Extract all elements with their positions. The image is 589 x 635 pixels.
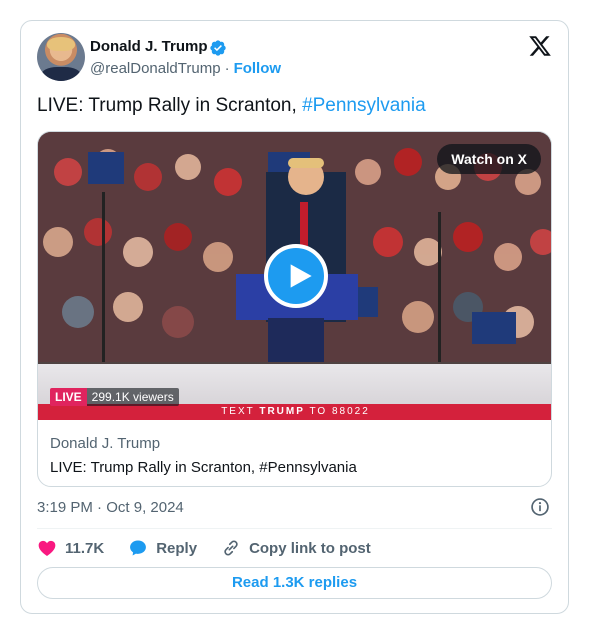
like-button[interactable]: 11.7K bbox=[37, 538, 104, 558]
read-replies-button[interactable]: Read 1.3K replies bbox=[37, 567, 552, 599]
follow-button[interactable]: Follow bbox=[234, 60, 282, 77]
timestamp-separator: · bbox=[97, 499, 103, 516]
post-text: LIVE: Trump Rally in Scranton, #Pennsylv… bbox=[37, 94, 426, 118]
action-bar: 11.7K Reply Copy link to post bbox=[37, 536, 395, 560]
link-title: LIVE: Trump Rally in Scranton, #Pennsylv… bbox=[50, 459, 357, 476]
divider bbox=[37, 528, 552, 529]
post-time: 3:19 PM bbox=[37, 499, 93, 516]
like-count: 11.7K bbox=[65, 539, 105, 557]
author-name[interactable]: Donald J. Trump bbox=[90, 38, 208, 55]
verified-badge-icon bbox=[210, 40, 226, 56]
x-logo-icon[interactable] bbox=[528, 34, 552, 58]
live-badge: LIVE bbox=[50, 388, 87, 406]
banner-prefix: TEXT bbox=[221, 406, 260, 417]
watch-on-x-button[interactable]: Watch on X bbox=[437, 144, 541, 174]
banner-bold: TRUMP bbox=[259, 406, 305, 417]
play-icon bbox=[290, 264, 312, 288]
post-date: Oct 9, 2024 bbox=[106, 499, 184, 516]
banner-suffix: TO 88022 bbox=[304, 406, 370, 417]
video-player[interactable]: TEXT TRUMP TO 88022 Watch on X LIVE 299.1… bbox=[38, 132, 551, 420]
embedded-post-card: Donald J. Trump @realDonaldTrump · Follow … bbox=[20, 20, 569, 614]
link-preview[interactable]: Donald J. Trump LIVE: Trump Rally in Scr… bbox=[38, 420, 551, 486]
copy-link-button[interactable]: Copy link to post bbox=[221, 538, 371, 558]
play-button[interactable] bbox=[264, 244, 328, 308]
hashtag-link[interactable]: #Pennsylvania bbox=[302, 95, 426, 116]
post-timestamp[interactable]: 3:19 PM · Oct 9, 2024 bbox=[37, 499, 184, 516]
viewer-count: 299.1K viewers bbox=[86, 388, 179, 406]
info-icon[interactable] bbox=[530, 497, 550, 517]
reply-bubble-icon bbox=[130, 540, 147, 556]
copy-link-label: Copy link to post bbox=[249, 539, 371, 557]
avatar[interactable] bbox=[37, 33, 85, 81]
author-handle-row: @realDonaldTrump · Follow bbox=[90, 60, 281, 77]
reply-button[interactable]: Reply bbox=[128, 538, 197, 558]
heart-icon bbox=[38, 540, 56, 556]
media-card[interactable]: TEXT TRUMP TO 88022 Watch on X LIVE 299.1… bbox=[37, 131, 552, 487]
post-text-body: LIVE: Trump Rally in Scranton, bbox=[37, 95, 303, 116]
link-icon bbox=[224, 540, 238, 556]
author-handle[interactable]: @realDonaldTrump bbox=[90, 60, 221, 77]
text-banner: TEXT TRUMP TO 88022 bbox=[38, 404, 551, 420]
live-indicator: LIVE 299.1K viewers bbox=[50, 388, 179, 406]
reply-label: Reply bbox=[156, 539, 198, 557]
separator-dot: · bbox=[224, 60, 230, 77]
link-domain: Donald J. Trump bbox=[50, 435, 161, 452]
